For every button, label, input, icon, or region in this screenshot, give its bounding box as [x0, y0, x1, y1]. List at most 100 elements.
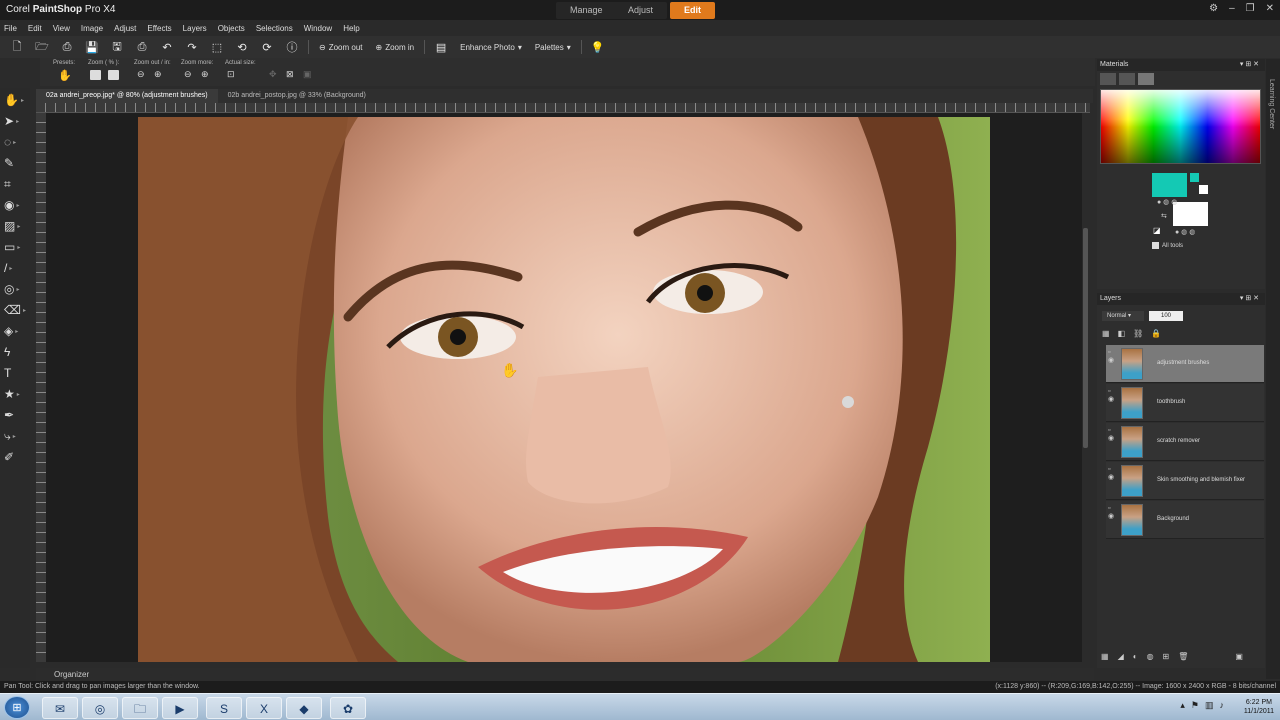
delete-layer-icon[interactable]: 🗑	[1178, 652, 1188, 661]
paintshop-icon[interactable]: ✿	[330, 697, 366, 719]
zoom-out-small-icon[interactable]: ⊖	[137, 69, 145, 80]
visibility-icon[interactable]: ▫ ◉	[1108, 388, 1117, 418]
video-app-icon[interactable]: ◆	[286, 697, 322, 719]
doc-tab-postop[interactable]: 02b andrei_postop.jpg @ 33% (Background)	[218, 89, 376, 103]
zoom-spin-icon[interactable]	[108, 70, 119, 80]
shape-tool-icon[interactable]: ★ ▸	[4, 385, 26, 403]
menu-window[interactable]: Window	[304, 24, 332, 33]
start-button[interactable]: ⊞	[4, 696, 30, 719]
foreground-mini-swatch[interactable]	[1190, 173, 1199, 182]
link-icon[interactable]: ⛓	[1133, 329, 1143, 338]
doc-tab-preop[interactable]: 02a andrei_preop.jpg* @ 80% (adjustment …	[36, 89, 218, 103]
network-icon[interactable]: ▥	[1205, 700, 1214, 711]
zoom-in-small-icon[interactable]: ⊕	[154, 69, 162, 80]
texture-icon[interactable]: ● ◍ ◍	[1157, 198, 1177, 206]
background-mini-swatch[interactable]	[1199, 185, 1208, 194]
smudge-tool-icon[interactable]: ϟ	[4, 343, 26, 361]
print-icon[interactable]: ⎙	[133, 39, 151, 55]
layer-row-scratch-remover[interactable]: ▫ ◉ scratch remover	[1106, 423, 1264, 461]
menu-effects[interactable]: Effects	[147, 24, 171, 33]
menu-image[interactable]: Image	[81, 24, 103, 33]
layout-icon[interactable]: ▤	[432, 39, 450, 55]
mask-icon[interactable]: ◍	[1147, 652, 1154, 661]
flag-icon[interactable]: ⚑	[1191, 700, 1199, 711]
red-eye-tool-icon[interactable]: ◉ ▸	[4, 196, 26, 214]
fit-window-icon[interactable]: ⊠	[286, 69, 294, 80]
group-icon[interactable]: ⊞	[1163, 652, 1170, 661]
fill-tool-icon[interactable]: ◈ ▸	[4, 322, 26, 340]
visibility-icon[interactable]: ▫ ◉	[1108, 349, 1117, 379]
zoom-pct-field[interactable]	[90, 70, 101, 80]
opacity-field[interactable]: 100	[1149, 311, 1183, 321]
learning-center-tab[interactable]: Learning Center	[1266, 59, 1280, 679]
new-adjustment-layer-icon[interactable]: ◐	[1133, 652, 1138, 661]
chrome-icon[interactable]: ◎	[82, 697, 118, 719]
tab-edit[interactable]: Edit	[670, 2, 715, 19]
skype-icon[interactable]: S	[206, 697, 242, 719]
undo-icon[interactable]: ↶	[158, 39, 176, 55]
frame-tab[interactable]	[1100, 73, 1116, 85]
menu-edit[interactable]: Edit	[28, 24, 42, 33]
text-tool-icon[interactable]: T	[4, 364, 26, 382]
layer-new-icon[interactable]: ▦	[1102, 329, 1110, 338]
crop-tool-icon[interactable]: ⌗	[4, 175, 26, 193]
background-color-swatch[interactable]	[1173, 202, 1208, 226]
pan-hand-icon[interactable]: ✋	[58, 69, 72, 82]
redo-icon[interactable]: ↷	[183, 39, 201, 55]
lock-icon[interactable]: 🔒	[1151, 329, 1161, 338]
crop-icon[interactable]: ⬚	[208, 39, 226, 55]
fit-icon[interactable]: ✥	[269, 69, 277, 80]
actual-size-icon[interactable]: ⊡	[227, 69, 235, 80]
dodge-tool-icon[interactable]: ◎ ▸	[4, 280, 26, 298]
save-as-icon[interactable]: 🖫	[108, 39, 126, 55]
menu-file[interactable]: File	[4, 24, 17, 33]
all-tools-checkbox[interactable]: All tools	[1152, 242, 1183, 249]
new-vector-layer-icon[interactable]: ◢	[1118, 652, 1124, 661]
menu-selections[interactable]: Selections	[256, 24, 293, 33]
bg-texture-icon[interactable]: ● ◍ ◍	[1175, 228, 1195, 236]
panel-controls-icon[interactable]: ▾ ⊞ ✕	[1240, 293, 1259, 305]
fit-screen-icon[interactable]: ▣	[303, 69, 312, 80]
pen-tool-icon[interactable]: ✒	[4, 406, 26, 424]
outlook-icon[interactable]: ✉	[42, 697, 78, 719]
rainbow-tab[interactable]	[1119, 73, 1135, 85]
close-icon[interactable]: ✕	[1266, 3, 1274, 14]
new-file-icon[interactable]: 🗋	[8, 39, 26, 55]
excel-icon[interactable]: X	[246, 697, 282, 719]
maximize-icon[interactable]: ❐	[1246, 3, 1255, 14]
tab-manage[interactable]: Manage	[556, 2, 617, 19]
info-icon[interactable]: ⓘ	[283, 39, 301, 55]
color-spectrum[interactable]	[1100, 89, 1261, 164]
enhance-photo-menu[interactable]: Enhance Photo ▾	[457, 43, 525, 52]
new-raster-layer-icon[interactable]: ▦	[1101, 652, 1109, 661]
visibility-icon[interactable]: ▫ ◉	[1108, 505, 1117, 535]
volume-icon[interactable]: ♪	[1220, 700, 1225, 711]
makeover-tool-icon[interactable]: ▨ ▸	[4, 217, 26, 235]
show-hidden-icon[interactable]: ▴	[1180, 700, 1185, 711]
zoom-more-out-icon[interactable]: ⊖	[184, 69, 192, 80]
media-player-icon[interactable]: ▶	[162, 697, 198, 719]
foreground-color-swatch[interactable]	[1152, 173, 1187, 197]
scrollbar-thumb[interactable]	[1083, 228, 1088, 448]
layer-row-adjustment-brushes[interactable]: ▫ ◉ adjustment brushes	[1106, 345, 1264, 383]
lightbulb-icon[interactable]: 💡	[589, 39, 607, 55]
eraser-tool-icon[interactable]: ⌫ ▸	[4, 301, 26, 319]
portrait-photo[interactable]: ✋	[138, 117, 990, 662]
zoom-more-in-icon[interactable]: ⊕	[201, 69, 209, 80]
brush-tool-icon[interactable]: / ▸	[4, 259, 26, 277]
organizer-bar[interactable]: Organizer	[36, 668, 1094, 681]
menu-help[interactable]: Help	[343, 24, 359, 33]
warp-tool-icon[interactable]: ⤷ ▸	[4, 427, 26, 445]
open-folder-icon[interactable]: 🗁	[33, 39, 51, 55]
menu-view[interactable]: View	[53, 24, 70, 33]
tab-adjust[interactable]: Adjust	[614, 2, 668, 19]
reset-colors-icon[interactable]: ◪	[1153, 226, 1161, 235]
layer-mask-icon[interactable]: ◧	[1118, 329, 1126, 338]
scan-icon[interactable]: ⎙	[58, 39, 76, 55]
settings-icon[interactable]: ⚙	[1209, 3, 1218, 14]
pick-tool-icon[interactable]: ➤ ▸	[4, 112, 26, 130]
pan-tool-icon[interactable]: ✋ ▸	[4, 91, 26, 109]
save-icon[interactable]: 💾	[83, 39, 101, 55]
menu-adjust[interactable]: Adjust	[114, 24, 136, 33]
clock[interactable]: 6:22 PM 11/1/2011	[1244, 698, 1274, 716]
